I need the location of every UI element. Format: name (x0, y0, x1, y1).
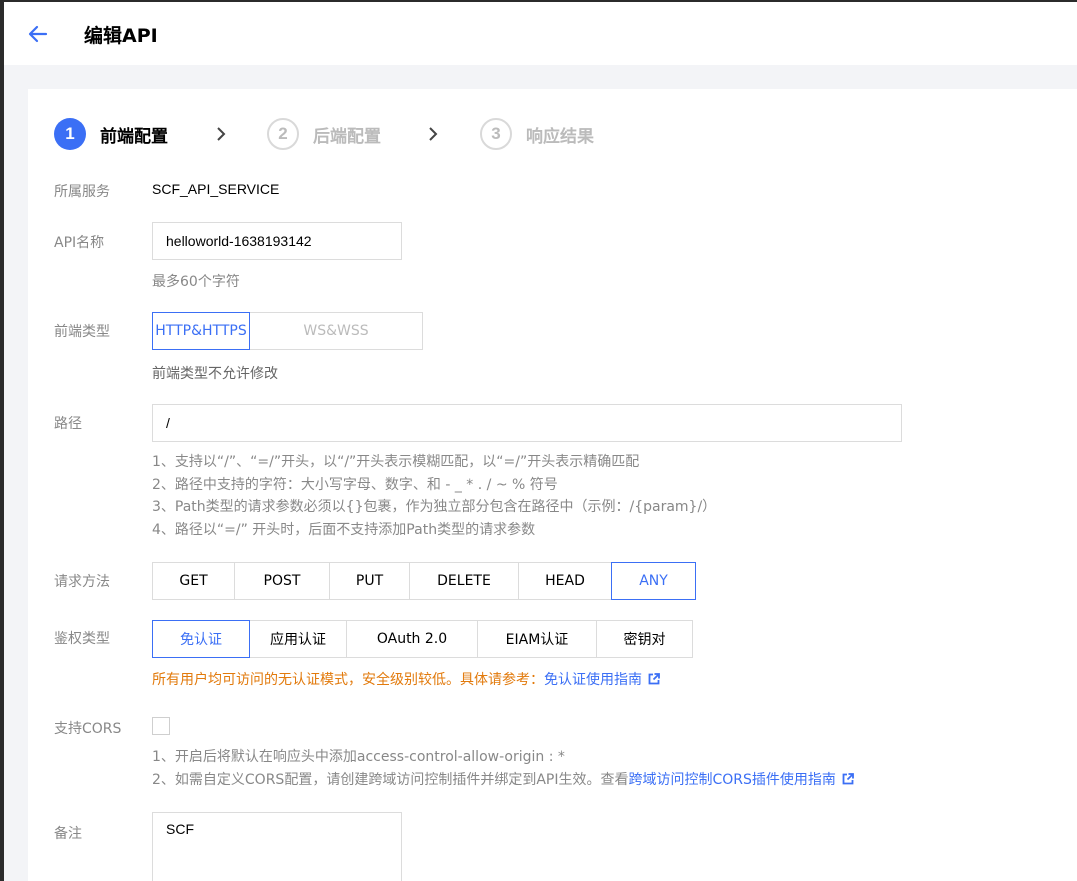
path-label: 路径 (54, 416, 82, 432)
auth-warning: 所有用户均可访问的无认证模式，安全级别较低。具体请参考：免认证使用指南 (152, 669, 660, 689)
step-label: 后端配置 (313, 126, 381, 147)
auth-guide-link[interactable]: 免认证使用指南 (544, 672, 642, 688)
remark-textarea[interactable]: SCF (152, 812, 402, 881)
api-name-input[interactable]: helloworld-1638193142 (152, 222, 402, 260)
auth-oauth[interactable]: OAuth 2.0 (346, 620, 478, 658)
chevron-right-icon (429, 127, 438, 141)
cors-label: 支持CORS (54, 721, 122, 737)
path-note: 3、Path类型的请求参数必须以{}包裹，作为独立部分包含在路径中（示例：/{p… (152, 499, 717, 515)
auth-none[interactable]: 免认证 (152, 620, 250, 658)
api-name-label: API名称 (54, 235, 105, 251)
method-delete[interactable]: DELETE (409, 562, 519, 600)
step-number: 1 (54, 118, 86, 150)
path-note: 2、路径中支持的字符：大小写字母、数字、和 - _ * . / ~ % 符号 (152, 476, 558, 493)
form-card: 1 前端配置 2 后端配置 3 响应结果 所属服务 SCF_API_SERVIC… (28, 89, 1077, 881)
cors-checkbox[interactable] (152, 717, 170, 735)
api-name-hint: 最多60个字符 (152, 274, 240, 290)
frontend-type-ws-wss[interactable]: WS&WSS (249, 312, 423, 350)
method-group: GET POST PUT DELETE HEAD ANY (152, 562, 696, 600)
path-note: 4、路径以“=/” 开头时，后面不支持添加Path类型的请求参数 (152, 521, 536, 538)
remark-label: 备注 (54, 826, 82, 842)
service-value: SCF_API_SERVICE (152, 181, 280, 197)
step-label: 响应结果 (526, 126, 594, 147)
back-arrow-icon[interactable] (26, 22, 50, 46)
method-post[interactable]: POST (234, 562, 330, 600)
step-label: 前端配置 (100, 126, 168, 147)
path-input[interactable]: / (152, 404, 902, 442)
path-note: 1、支持以“/”、“=/”开头，以“/”开头表示模糊匹配，以“=/”开头表示精确… (152, 454, 640, 470)
step-frontend-config[interactable]: 1 前端配置 (54, 117, 168, 151)
cors-note-text: 2、如需自定义CORS配置，请创建跨域访问控制插件并绑定到API生效。查看 (152, 771, 629, 788)
auth-app[interactable]: 应用认证 (249, 620, 347, 658)
method-head[interactable]: HEAD (518, 562, 612, 600)
auth-eiam[interactable]: EIAM认证 (477, 620, 597, 658)
auth-keypair[interactable]: 密钥对 (596, 620, 693, 658)
app-frame: 编辑API 1 前端配置 2 后端配置 3 响应结果 所属服务 SCF_API_… (4, 2, 1077, 881)
cors-guide-link[interactable]: 跨域访问控制CORS插件使用指南 (628, 772, 835, 788)
page-title: 编辑API (84, 25, 158, 47)
frontend-type-label: 前端类型 (54, 324, 110, 340)
auth-warning-text: 所有用户均可访问的无认证模式，安全级别较低。具体请参考： (152, 672, 544, 688)
cors-note: 1、开启后将默认在响应头中添加access-control-allow-orig… (152, 749, 565, 765)
method-get[interactable]: GET (152, 562, 235, 600)
frontend-type-group: HTTP&HTTPS WS&WSS (152, 312, 423, 350)
cors-notes: 1、开启后将默认在响应头中添加access-control-allow-orig… (152, 746, 854, 791)
frontend-type-hint: 前端类型不允许修改 (152, 366, 278, 382)
step-response-result[interactable]: 3 响应结果 (480, 117, 594, 151)
service-label: 所属服务 (54, 184, 110, 200)
step-backend-config[interactable]: 2 后端配置 (267, 117, 381, 151)
path-notes: 1、支持以“/”、“=/”开头，以“/”开头表示模糊匹配，以“=/”开头表示精确… (152, 451, 716, 541)
method-put[interactable]: PUT (329, 562, 410, 600)
cors-note: 2、如需自定义CORS配置，请创建跨域访问控制插件并绑定到API生效。查看跨域访… (152, 769, 854, 792)
auth-label: 鉴权类型 (54, 631, 110, 647)
top-bar: 编辑API (4, 2, 1077, 65)
method-label: 请求方法 (54, 574, 110, 590)
frontend-type-http-https[interactable]: HTTP&HTTPS (152, 312, 250, 350)
step-number: 2 (267, 118, 299, 150)
external-link-icon[interactable] (648, 673, 660, 685)
auth-group: 免认证 应用认证 OAuth 2.0 EIAM认证 密钥对 (152, 620, 693, 658)
method-any[interactable]: ANY (611, 562, 696, 600)
chevron-right-icon (217, 127, 226, 141)
step-number: 3 (480, 118, 512, 150)
external-link-icon[interactable] (842, 772, 854, 785)
